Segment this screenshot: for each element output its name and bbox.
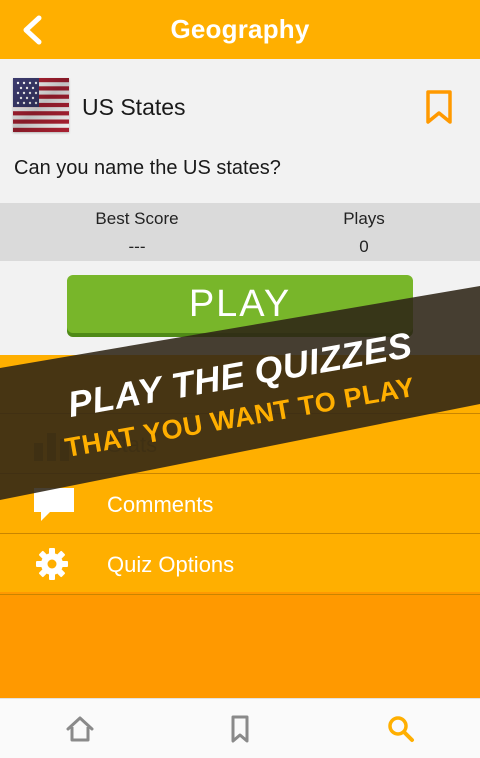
page-title: Geography — [170, 14, 310, 44]
search-icon — [388, 716, 414, 742]
bookmark-icon — [231, 715, 249, 743]
quiz-description: Can you name the US states? — [14, 157, 281, 179]
nav-search-button[interactable] — [385, 713, 417, 745]
app-header: Geography — [0, 0, 480, 59]
menu-item-label: Comments — [107, 492, 214, 517]
app-screen: Geography US States Can you name the US … — [0, 0, 480, 758]
chevron-left-icon — [23, 15, 42, 45]
menu-footer-area — [0, 592, 480, 698]
stats-row: Best Score --- Plays 0 — [0, 203, 480, 261]
play-button[interactable]: PLAY — [67, 275, 413, 333]
back-button[interactable] — [14, 12, 50, 48]
plays-label: Plays — [343, 209, 385, 228]
menu-item-comments[interactable]: Comments — [0, 473, 480, 534]
bottom-navigation — [0, 698, 480, 758]
bookmark-button[interactable] — [424, 89, 454, 125]
bar-chart-icon — [34, 433, 69, 461]
quiz-name: US States — [82, 94, 186, 120]
menu-item-quiz-options[interactable]: Quiz Options — [0, 533, 480, 595]
bookmark-icon — [426, 90, 452, 124]
comment-icon — [34, 488, 74, 521]
us-flag-icon — [13, 78, 69, 132]
gear-icon — [36, 548, 68, 580]
nav-bookmarks-button[interactable] — [224, 713, 256, 745]
best-score-value: --- — [128, 237, 146, 256]
home-icon — [66, 716, 94, 742]
nav-home-button[interactable] — [64, 713, 96, 745]
menu-item-label: Stats — [107, 432, 158, 457]
plays-value: 0 — [359, 237, 369, 256]
menu-item-label: Quiz Options — [107, 552, 235, 577]
quiz-info: US States Can you name the US states? — [0, 59, 480, 203]
best-score-label: Best Score — [95, 209, 179, 228]
menu-item-stats[interactable]: Stats — [0, 413, 480, 474]
